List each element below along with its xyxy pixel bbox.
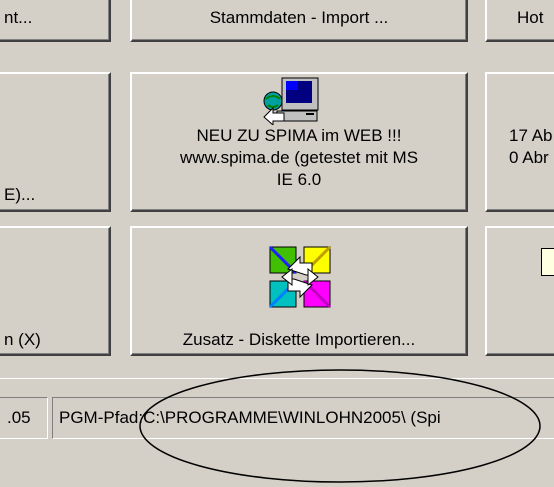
row3-left-label: n (X): [4, 330, 41, 349]
stammdaten-import-label: Stammdaten - Import ...: [209, 8, 389, 27]
spima-web-line1: NEU ZU SPIMA im WEB !!!: [196, 126, 402, 145]
row2-left-button[interactable]: E)...: [0, 72, 111, 212]
row3-left-button[interactable]: n (X): [0, 226, 111, 356]
tooltip: [541, 248, 554, 276]
zusatz-diskette-label: Zusatz - Diskette Importieren...: [182, 330, 416, 349]
status-version: .05: [7, 408, 31, 427]
import-button-left-label: nt...: [4, 8, 33, 27]
spima-web-line3: IE 6.0: [276, 170, 322, 189]
zusatz-diskette-button[interactable]: Zusatz - Diskette Importieren...: [130, 226, 468, 356]
row2-right-button[interactable]: 17 Ab 0 Abr: [485, 72, 554, 212]
hotline-label: Hot: [517, 8, 544, 27]
stammdaten-import-button[interactable]: Stammdaten - Import ...: [130, 0, 468, 42]
arrows-squares-icon: [268, 245, 332, 309]
spima-web-button[interactable]: NEU ZU SPIMA im WEB !!! www.spima.de (ge…: [130, 72, 468, 212]
import-button-left[interactable]: nt...: [0, 0, 111, 42]
status-bar: .05 PGM-Pfad:C:\PROGRAMME\WINLOHN2005\ (…: [0, 378, 554, 459]
computer-globe-icon: [262, 77, 322, 127]
row2-right-line1: 17 Ab: [509, 126, 553, 145]
status-path: PGM-Pfad:C:\PROGRAMME\WINLOHN2005\ (Spi: [59, 408, 441, 427]
status-version-panel: .05: [0, 397, 48, 439]
hotline-button[interactable]: Hot: [485, 0, 554, 42]
spima-web-line2: www.spima.de (getestet mit MS: [179, 148, 419, 167]
row3-right-button[interactable]: [485, 226, 554, 356]
row2-left-label: E)...: [4, 185, 36, 204]
row2-right-line2: 0 Abr: [509, 148, 549, 167]
status-path-panel: PGM-Pfad:C:\PROGRAMME\WINLOHN2005\ (Spi: [52, 397, 554, 439]
